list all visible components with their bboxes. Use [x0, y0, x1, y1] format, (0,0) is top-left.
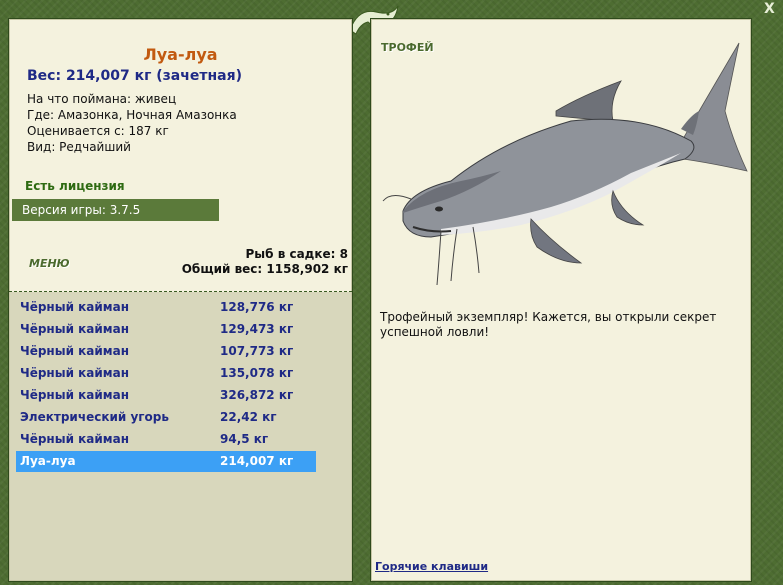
list-item[interactable]: Чёрный кайман 129,473 кг: [16, 319, 316, 340]
fish-info-panel: Луа-луа Вес: 214,007 кг (зачетная) На чт…: [8, 18, 353, 582]
list-item-weight: 107,773 кг: [220, 344, 294, 358]
fish-location: Где: Амазонка, Ночная Амазонка: [27, 108, 237, 122]
menu-button[interactable]: МЕНЮ: [29, 257, 70, 270]
trophy-panel: ТРОФЕЙ Трофейный экземпляр! Кажется, вы …: [370, 18, 752, 582]
trophy-message: Трофейный экземпляр! Кажется, вы открыли…: [380, 310, 717, 339]
list-item-weight: 326,872 кг: [220, 388, 294, 402]
list-item-name: Чёрный кайман: [20, 344, 130, 358]
list-item[interactable]: Электрический угорь 22,42 кг: [16, 407, 316, 428]
fish-valued-from: Оценивается с: 187 кг: [27, 124, 169, 138]
fish-weight: Вес: 214,007 кг (зачетная): [27, 68, 242, 84]
list-item-name: Чёрный кайман: [20, 322, 130, 336]
list-item[interactable]: Чёрный кайман 94,5 кг: [16, 429, 316, 450]
fish-bait: На что поймана: живец: [27, 92, 177, 106]
list-item-weight: 22,42 кг: [220, 410, 277, 424]
list-item[interactable]: Чёрный кайман 326,872 кг: [16, 385, 316, 406]
close-button[interactable]: X: [764, 1, 775, 17]
list-item-selected[interactable]: Луа-луа 214,007 кг: [16, 451, 316, 472]
list-item-weight: 129,473 кг: [220, 322, 294, 336]
game-version: Версия игры: 3.7.5: [12, 199, 219, 221]
keep-count: Рыб в садке: 8: [245, 247, 349, 261]
list-item-name: Чёрный кайман: [20, 366, 130, 380]
list-item-name: Луа-луа: [20, 454, 76, 468]
hotkeys-link[interactable]: Горячие клавиши: [375, 560, 488, 573]
list-item[interactable]: Чёрный кайман 135,078 кг: [16, 363, 316, 384]
license-status: Есть лицензия: [25, 179, 125, 193]
list-item-name: Чёрный кайман: [20, 300, 130, 314]
list-item[interactable]: Чёрный кайман 128,776 кг: [16, 297, 316, 318]
list-item[interactable]: Чёрный кайман 107,773 кг: [16, 341, 316, 362]
keep-total-weight: Общий вес: 1158,902 кг: [181, 262, 348, 276]
list-item-name: Чёрный кайман: [20, 388, 130, 402]
catch-list: Чёрный кайман 128,776 кг Чёрный кайман 1…: [10, 292, 351, 580]
list-item-name: Электрический угорь: [20, 410, 169, 424]
fish-kind: Вид: Редчайший: [27, 140, 131, 154]
list-item-name: Чёрный кайман: [20, 432, 130, 446]
list-item-weight: 214,007 кг: [220, 454, 294, 468]
list-item-weight: 135,078 кг: [220, 366, 294, 380]
list-item-weight: 94,5 кг: [220, 432, 269, 446]
fish-name: Луа-луа: [143, 45, 218, 64]
fish-image: [382, 42, 748, 286]
keep-summary: Рыб в садке: 8 Общий вес: 1158,902 кг: [182, 247, 348, 277]
list-item-weight: 128,776 кг: [220, 300, 294, 314]
